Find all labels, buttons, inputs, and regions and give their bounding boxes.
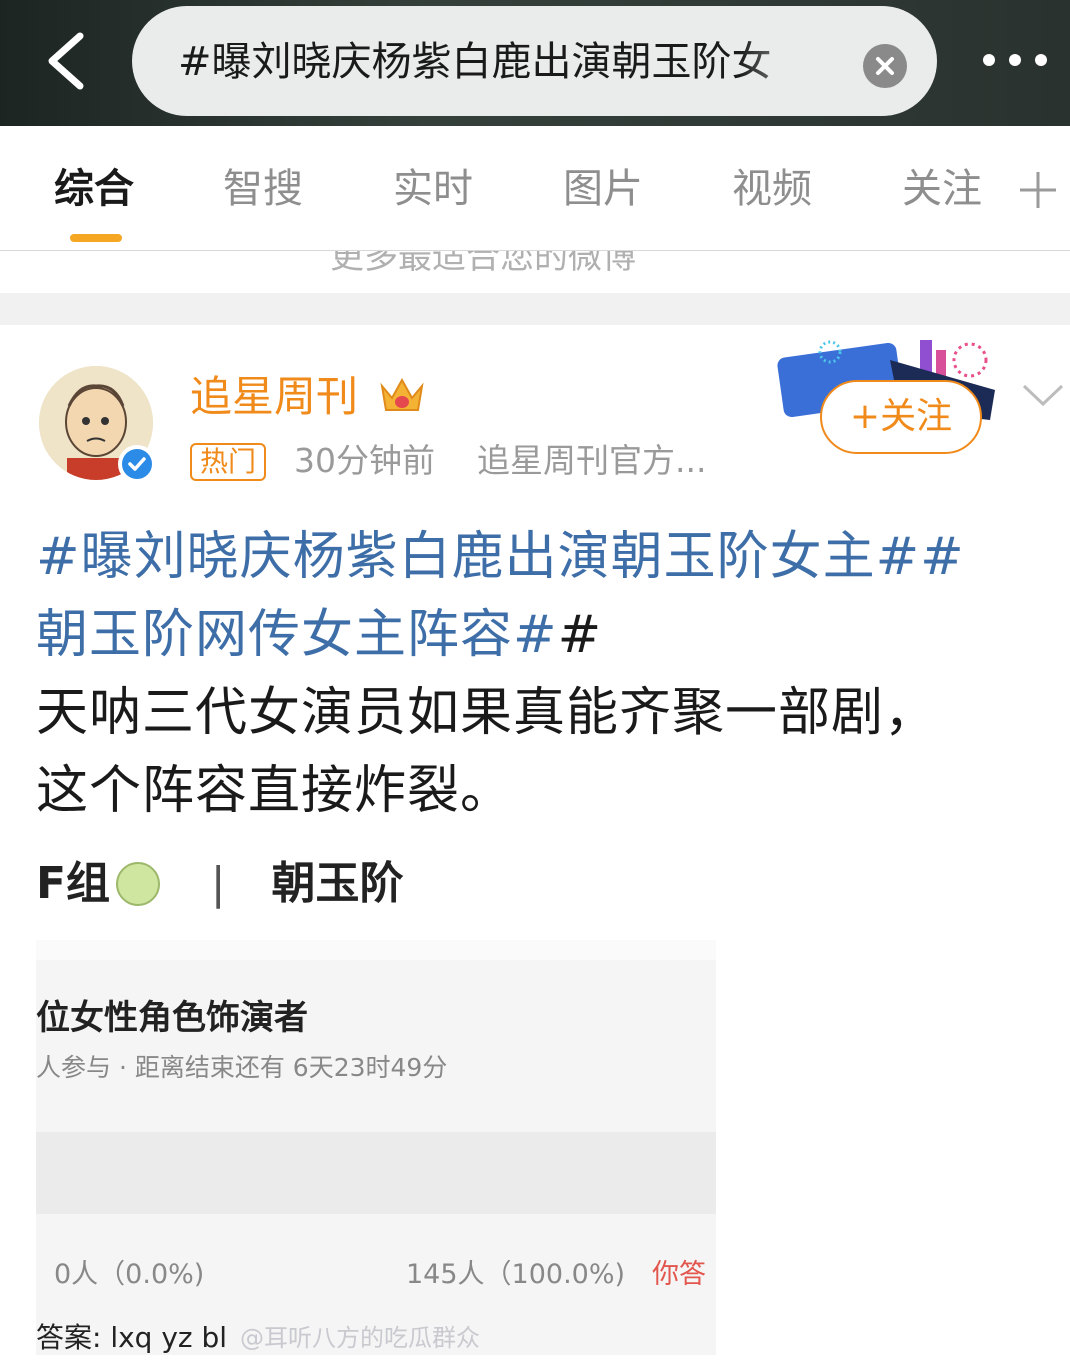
- poll-subtitle: 人参与 · 距离结束还有 6天23时49分: [36, 1053, 448, 1082]
- topic-link-2-start[interactable]: #: [920, 527, 965, 587]
- post-content: #曝刘晓庆杨紫白鹿出演朝玉阶女主## 朝玉阶网传女主阵容## 天呐三代女演员如果…: [36, 518, 1066, 830]
- poll-card: 位女性角色饰演者 人参与 · 距离结束还有 6天23时49分 0人（0.0%) …: [36, 960, 716, 1355]
- verified-icon: [118, 445, 156, 483]
- active-tab-indicator: [70, 234, 122, 242]
- topic-link-1[interactable]: #曝刘晓庆杨紫白鹿出演朝玉阶女主#: [36, 527, 920, 587]
- image-header: F组 | 朝玉阶: [36, 840, 716, 940]
- tab-realtime[interactable]: 实时: [393, 164, 473, 214]
- clear-search-icon[interactable]: [863, 44, 907, 88]
- follow-button[interactable]: +关注: [820, 380, 982, 454]
- post-meta: 30分钟前 追星周刊官方...: [294, 439, 706, 483]
- crown-icon: [380, 377, 424, 411]
- search-tabs: 综合 智搜 实时 图片 视频 关注: [0, 126, 1070, 251]
- image-watermark: @耳听八方的吃瓜群众: [240, 1324, 480, 1352]
- tab-images[interactable]: 图片: [563, 164, 643, 214]
- search-field[interactable]: #曝刘晓庆杨紫白鹿出演朝玉阶女: [132, 6, 937, 116]
- back-arrow-icon[interactable]: [40, 30, 100, 92]
- poll-question: 位女性角色饰演者: [36, 998, 308, 1038]
- poll-option-a: 0人（0.0%): [54, 1259, 205, 1290]
- section-gap: [0, 293, 1070, 325]
- poll-option-b: 145人（100.0%): [406, 1259, 626, 1290]
- post-text-line-2: 这个阵容直接炸裂。: [36, 761, 514, 821]
- melon-icon: [116, 862, 160, 906]
- poll-option-c: 你答: [652, 1259, 706, 1290]
- chevron-down-icon[interactable]: [1020, 380, 1066, 410]
- tab-smart-search[interactable]: 智搜: [223, 164, 303, 214]
- more-options-icon[interactable]: [975, 45, 1055, 75]
- post-image[interactable]: F组 | 朝玉阶 位女性角色饰演者 人参与 · 距离结束还有 6天23时49分 …: [36, 840, 716, 1355]
- post-time: 30分钟前: [294, 441, 435, 480]
- tab-comprehensive[interactable]: 综合: [54, 164, 134, 214]
- author-name[interactable]: 追星周刊: [190, 370, 358, 424]
- topic-hash: #: [557, 605, 603, 665]
- search-query[interactable]: #曝刘晓庆杨紫白鹿出演朝玉阶女: [178, 34, 838, 90]
- topic-link-2[interactable]: 朝玉阶网传女主阵容#: [36, 605, 558, 665]
- recommendation-link[interactable]: 更多最适合您的微博: [0, 251, 1070, 293]
- poll-option-bar: [36, 1132, 716, 1214]
- tab-following[interactable]: 关注: [902, 164, 982, 214]
- tab-videos[interactable]: 视频: [732, 164, 812, 214]
- hot-badge: 热门: [190, 443, 267, 481]
- recommendation-text: 更多最适合您的微博: [330, 251, 636, 277]
- image-title: F组 | 朝玉阶: [36, 858, 404, 909]
- top-bar: #曝刘晓庆杨紫白鹿出演朝玉阶女: [0, 0, 1070, 126]
- post-source: 追星周刊官方...: [476, 441, 707, 480]
- post-text-line-1: 天呐三代女演员如果真能齐聚一部剧，: [36, 683, 938, 743]
- add-tab-icon[interactable]: [1018, 170, 1058, 210]
- poll-answer: 答案: lxq yz bl: [36, 1321, 228, 1354]
